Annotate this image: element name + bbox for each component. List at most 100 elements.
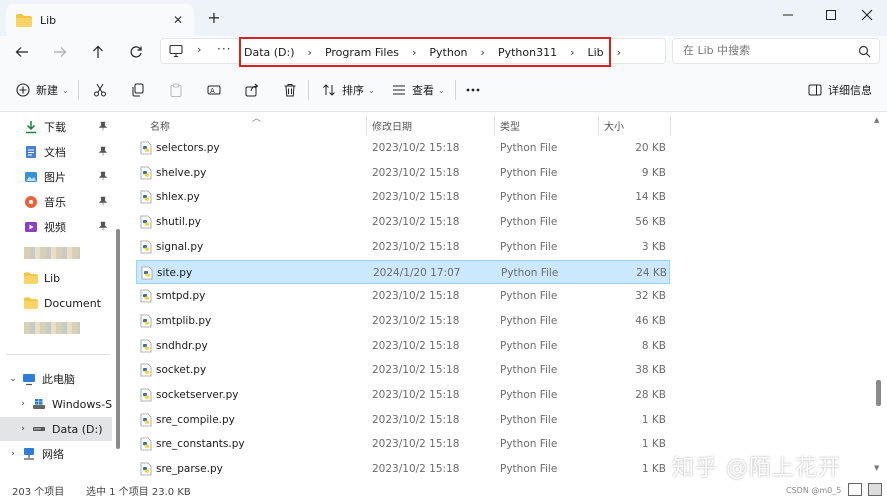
chevron-right-icon[interactable]: › xyxy=(481,46,485,59)
tiles-view-icon[interactable] xyxy=(868,483,882,496)
file-type: Python File xyxy=(501,266,559,279)
file-date: 2024/1/20 17:07 xyxy=(373,266,461,279)
chevron-right-icon[interactable]: › xyxy=(197,43,201,56)
sidebar-item-lib[interactable]: Lib xyxy=(0,266,112,290)
file-row[interactable]: signal.py 2023/10/2 15:18 Python File 3 KB xyxy=(136,235,670,259)
sidebar-item-redacted-2[interactable] xyxy=(0,316,112,340)
column-divider[interactable] xyxy=(670,116,671,136)
back-button[interactable] xyxy=(12,42,32,62)
column-divider[interactable] xyxy=(366,116,367,136)
minimize-icon xyxy=(783,14,793,16)
file-row[interactable]: sre_parse.py 2023/10/2 15:18 Python File 1 … xyxy=(136,457,670,481)
pin-icon[interactable] xyxy=(98,196,108,206)
scroll-up-icon[interactable]: ▲ xyxy=(874,116,879,124)
file-row[interactable]: sre_constants.py 2023/10/2 15:18 Python Fi… xyxy=(136,432,670,456)
chevron-right-icon[interactable]: › xyxy=(570,46,574,59)
tab-lib[interactable]: Lib ✕ xyxy=(6,4,194,36)
file-row[interactable]: socket.py 2023/10/2 15:18 Python File 38 KB xyxy=(136,358,670,382)
file-type: Python File xyxy=(500,142,558,154)
file-row[interactable]: site.py 2024/1/20 17:07 Python File 24 KB xyxy=(136,259,670,284)
redacted-label xyxy=(24,247,80,259)
column-divider[interactable] xyxy=(598,116,599,136)
minimize-button[interactable] xyxy=(772,4,804,26)
breadcrumb-python311[interactable]: Python311 xyxy=(498,46,557,59)
sidebar-item-network[interactable]: › 网络 xyxy=(0,442,112,466)
music-icon xyxy=(25,196,37,208)
file-row[interactable]: shlex.py 2023/10/2 15:18 Python File 14 KB xyxy=(136,185,670,209)
pin-icon[interactable] xyxy=(98,121,108,131)
cut-button[interactable] xyxy=(93,80,107,100)
delete-button[interactable] xyxy=(283,80,297,100)
share-button[interactable] xyxy=(245,80,259,100)
column-divider[interactable] xyxy=(494,116,495,136)
sort-button[interactable]: 排序 ⌄ xyxy=(322,80,375,100)
refresh-button[interactable] xyxy=(126,42,146,62)
column-header-date[interactable]: 修改日期 xyxy=(372,113,412,137)
file-row[interactable]: smtpd.py 2023/10/2 15:18 Python File 32 KB xyxy=(136,284,670,308)
search-box[interactable] xyxy=(672,38,880,64)
view-button[interactable]: 查看 ⌄ xyxy=(392,80,445,100)
sidebar-item-pictures[interactable]: 图片 xyxy=(0,165,112,189)
sidebar-item-label: Data (D:) xyxy=(52,422,103,436)
details-pane-button[interactable]: 详细信息 xyxy=(808,80,872,100)
copy-button[interactable] xyxy=(131,80,145,100)
file-row[interactable]: sndhdr.py 2023/10/2 15:18 Python File 8 KB xyxy=(136,334,670,358)
sidebar-item-label: 图片 xyxy=(44,171,66,184)
sidebar-item-videos[interactable]: 视频 xyxy=(0,215,112,239)
file-size: 38 KB xyxy=(635,364,666,377)
rename-button[interactable]: A xyxy=(207,80,221,100)
file-row[interactable]: smtplib.py 2023/10/2 15:18 Python File 46 K… xyxy=(136,309,670,333)
more-locations-icon[interactable]: ··· xyxy=(217,42,231,56)
breadcrumb-lib[interactable]: Lib xyxy=(587,46,603,59)
file-row[interactable]: selectors.py 2023/10/2 15:18 Python File 20… xyxy=(136,136,670,160)
python-file-icon xyxy=(140,240,152,254)
sidebar-item-downloads[interactable]: 下载 xyxy=(0,115,112,139)
sidebar-item-redacted-1[interactable] xyxy=(0,241,112,265)
address-bar[interactable]: › ··· Data (D:) › Program Files › Python… xyxy=(160,37,666,67)
search-icon[interactable] xyxy=(858,45,871,58)
pin-icon[interactable] xyxy=(98,146,108,156)
file-row[interactable]: socketserver.py 2023/10/2 15:18 Python Fil… xyxy=(136,383,670,407)
breadcrumb-data-d[interactable]: Data (D:) xyxy=(244,46,295,59)
sidebar-scrollbar[interactable] xyxy=(116,229,120,449)
details-view-icon[interactable] xyxy=(848,483,862,496)
breadcrumb-python[interactable]: Python xyxy=(429,46,467,59)
paste-button[interactable] xyxy=(169,80,183,100)
sidebar-item-music[interactable]: 音乐 xyxy=(0,190,112,214)
column-header-size[interactable]: 大小 xyxy=(604,113,624,137)
pin-icon[interactable] xyxy=(98,221,108,231)
file-list-scrollbar[interactable] xyxy=(876,380,881,406)
chevron-down-icon[interactable]: ⌄ xyxy=(6,374,20,384)
forward-button[interactable] xyxy=(50,42,70,62)
breadcrumb-program-files[interactable]: Program Files xyxy=(325,46,399,59)
chevron-right-icon[interactable]: › xyxy=(412,46,416,59)
file-date: 2023/10/2 15:18 xyxy=(372,314,460,327)
sidebar-item-windows-ssd[interactable]: › Windows-SSD xyxy=(0,392,112,416)
close-window-button[interactable] xyxy=(851,4,883,26)
column-header-name[interactable]: 名称 xyxy=(150,113,170,137)
close-tab-icon[interactable]: ✕ xyxy=(170,12,186,28)
chevron-right-icon[interactable]: › xyxy=(16,399,30,409)
column-header-type[interactable]: 类型 xyxy=(500,113,520,137)
file-row[interactable]: shelve.py 2023/10/2 15:18 Python File 9 KB xyxy=(136,161,670,185)
search-input[interactable] xyxy=(683,44,853,57)
new-button[interactable]: 新建 ⌄ xyxy=(16,80,69,100)
chevron-right-icon[interactable]: › xyxy=(6,449,20,459)
up-button[interactable] xyxy=(88,42,108,62)
new-tab-button[interactable]: + xyxy=(205,9,223,27)
file-row[interactable]: sre_compile.py 2023/10/2 15:18 Python File… xyxy=(136,408,670,432)
sidebar-item-documents[interactable]: 文档 xyxy=(0,140,112,164)
file-row[interactable]: shutil.py 2023/10/2 15:18 Python File 56 KB xyxy=(136,210,670,234)
plus-circle-icon xyxy=(16,83,30,97)
maximize-button[interactable] xyxy=(815,4,847,26)
python-file-icon xyxy=(140,388,152,402)
chevron-right-icon[interactable]: › xyxy=(617,46,621,59)
sidebar-item-document[interactable]: Document xyxy=(0,291,112,315)
more-options-button[interactable] xyxy=(466,80,480,100)
sidebar-item-data-d[interactable]: › Data (D:) xyxy=(0,417,112,441)
chevron-right-icon[interactable]: › xyxy=(308,46,312,59)
scroll-down-icon[interactable]: ▼ xyxy=(874,464,879,472)
pin-icon[interactable] xyxy=(98,171,108,181)
chevron-right-icon[interactable]: › xyxy=(16,424,30,434)
sidebar-item-this-pc[interactable]: ⌄ 此电脑 xyxy=(0,367,112,391)
